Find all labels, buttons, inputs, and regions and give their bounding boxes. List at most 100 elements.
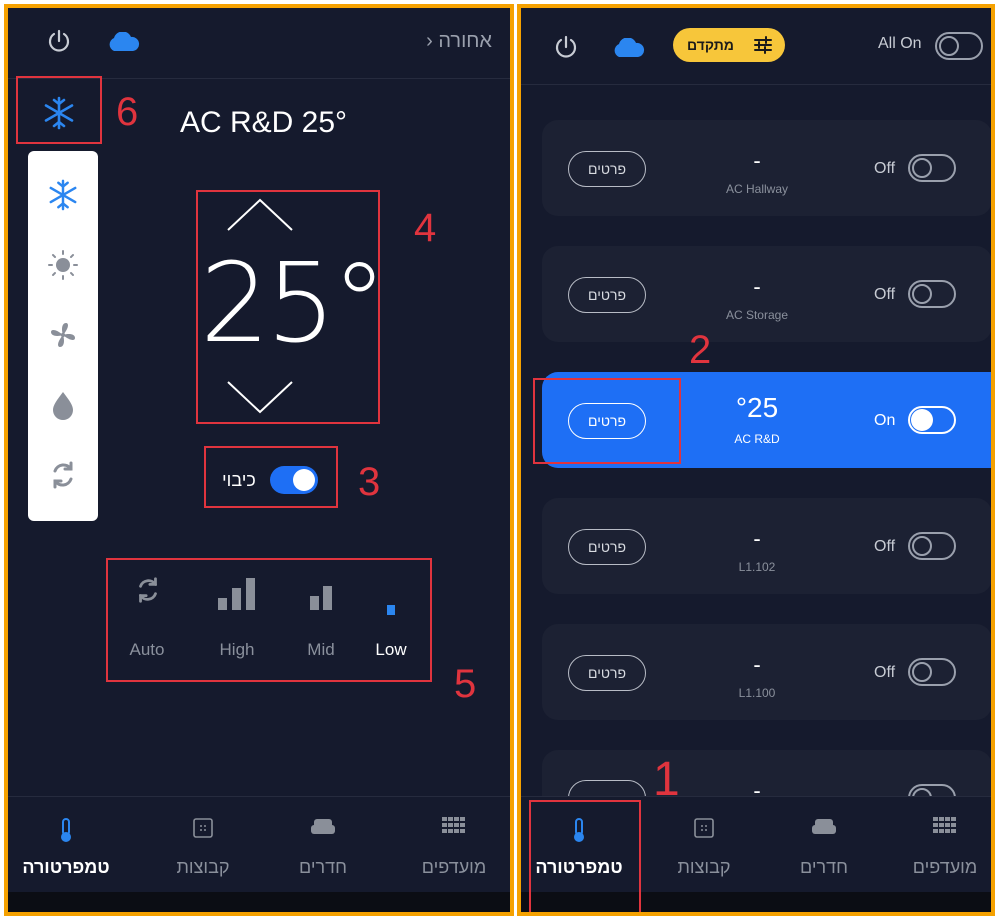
temperature-value: 25°: [200, 239, 387, 367]
cloud-icon[interactable]: [106, 31, 140, 57]
annotation-label-5: 5: [454, 662, 477, 706]
mode-selector-panel: [28, 151, 98, 521]
annotation-box-1: [529, 800, 641, 912]
all-on-label: All On: [878, 35, 922, 52]
power-toggle[interactable]: [270, 466, 318, 494]
device-value: -: [753, 526, 761, 551]
all-on-toggle[interactable]: [935, 32, 983, 60]
annotation-label-6: 6: [116, 90, 139, 134]
device-name: AC Hallway: [725, 182, 788, 196]
annotation-label-2: 2: [689, 328, 712, 372]
annotation-label-1: 1: [653, 753, 680, 806]
top-bar: › אחורה: [8, 8, 510, 78]
groups-icon: [192, 817, 214, 844]
device-card-ac-storage[interactable]: פרטים - AC Storage Off: [542, 246, 991, 342]
grid-icon: [933, 817, 957, 842]
sofa-icon: [310, 817, 336, 842]
device-value: °25: [735, 392, 779, 423]
device-toggle[interactable]: [908, 280, 956, 308]
device-state: Off: [874, 664, 896, 681]
back-button[interactable]: › אחורה: [426, 30, 492, 53]
advanced-label: מתקדם: [687, 37, 734, 53]
bottom-navigation: טמפרטורה קבוצות חדרים מועדפים: [8, 796, 510, 896]
fan-speed-label: Mid: [307, 640, 335, 659]
details-button[interactable]: פרטים: [568, 529, 646, 565]
device-toggle[interactable]: [908, 532, 956, 560]
details-button[interactable]: פרטים: [568, 655, 646, 691]
ac-detail-screen: › אחורה 6 AC R&D 25° 4 25° 3 כיבוי 5 Aut…: [4, 4, 514, 916]
device-card-l1-100[interactable]: פרטים - L1.100 Off: [542, 624, 991, 720]
devices-list-screen: מתקדם All On פרטים - AC Hallway Off פרטי…: [517, 4, 995, 916]
details-button[interactable]: פרטים: [568, 277, 646, 313]
groups-icon: [693, 817, 715, 844]
mode-auto[interactable]: [28, 445, 98, 505]
nav-label: מועדפים: [912, 857, 978, 877]
toggle-knob: [912, 662, 932, 682]
device-state: On: [874, 412, 896, 429]
nav-tab-rooms[interactable]: חדרים: [779, 797, 869, 897]
device-toggle[interactable]: [908, 154, 956, 182]
nav-tab-favorites[interactable]: מועדפים: [406, 797, 502, 897]
device-value: -: [753, 274, 761, 299]
toggle-knob: [911, 409, 933, 431]
drop-icon: [53, 392, 73, 420]
toggle-knob: [912, 536, 932, 556]
power-toggle-label: כיבוי: [222, 470, 256, 490]
nav-tab-favorites[interactable]: מועדפים: [899, 797, 991, 897]
mode-heat[interactable]: [28, 235, 98, 295]
details-button[interactable]: פרטים: [568, 151, 646, 187]
snowflake-icon: [49, 179, 77, 211]
toggle-knob: [912, 158, 932, 178]
toggle-knob: [293, 469, 315, 491]
nav-tab-groups[interactable]: קבוצות: [659, 797, 749, 897]
device-value: -: [753, 652, 761, 677]
device-value: -: [753, 148, 761, 173]
device-name: L1.100: [738, 686, 776, 700]
device-name: AC Storage: [725, 308, 789, 322]
device-toggle[interactable]: [908, 406, 956, 434]
nav-label: חדרים: [299, 857, 347, 877]
cloud-icon[interactable]: [611, 37, 645, 63]
mode-fan[interactable]: [28, 305, 98, 365]
device-toggle[interactable]: [908, 658, 956, 686]
top-bar: מתקדם All On: [521, 8, 991, 78]
nav-tab-temperature[interactable]: טמפרטורה: [12, 797, 120, 897]
advanced-button[interactable]: מתקדם: [673, 28, 785, 62]
device-card-ac-hallway[interactable]: פרטים - AC Hallway Off: [542, 120, 991, 216]
temperature-down-chevron-icon[interactable]: [224, 378, 296, 423]
divider: [521, 84, 991, 85]
device-name: L1.102: [738, 560, 776, 574]
power-icon[interactable]: [553, 34, 579, 65]
device-card-l1-102[interactable]: פרטים - L1.102 Off: [542, 498, 991, 594]
mid-bars-icon: [308, 586, 334, 615]
device-state: Off: [874, 538, 896, 555]
fan-speed-label: Auto: [129, 640, 165, 659]
nav-label: קבוצות: [677, 857, 731, 877]
temperature-up-chevron-icon[interactable]: [224, 194, 296, 239]
sliders-icon: [753, 36, 773, 57]
toggle-knob: [912, 284, 932, 304]
mode-cool[interactable]: [28, 165, 98, 225]
annotation-label-3: 3: [358, 460, 381, 504]
current-mode-snowflake-icon[interactable]: [42, 96, 76, 135]
grid-icon: [442, 817, 466, 842]
power-icon[interactable]: [46, 28, 72, 59]
mode-dry[interactable]: [28, 375, 98, 435]
fan-icon: [51, 323, 75, 347]
annotation-box-2: [533, 378, 681, 464]
nav-label: מועדפים: [421, 857, 487, 877]
nav-tab-groups[interactable]: קבוצות: [158, 797, 248, 897]
low-bar-icon: [386, 602, 396, 620]
sun-icon: [48, 250, 78, 280]
fan-speed-label: High: [219, 640, 255, 659]
device-state: Off: [874, 160, 896, 177]
nav-label: קבוצות: [176, 857, 230, 877]
high-bars-icon: [216, 578, 258, 615]
nav-label: חדרים: [800, 857, 848, 877]
fan-speed-label: Low: [375, 640, 407, 659]
refresh-icon: [53, 461, 73, 489]
toggle-knob: [939, 36, 959, 56]
nav-tab-rooms[interactable]: חדרים: [278, 797, 368, 897]
thermometer-icon: [58, 817, 74, 848]
device-title: AC R&D 25°: [180, 106, 348, 139]
